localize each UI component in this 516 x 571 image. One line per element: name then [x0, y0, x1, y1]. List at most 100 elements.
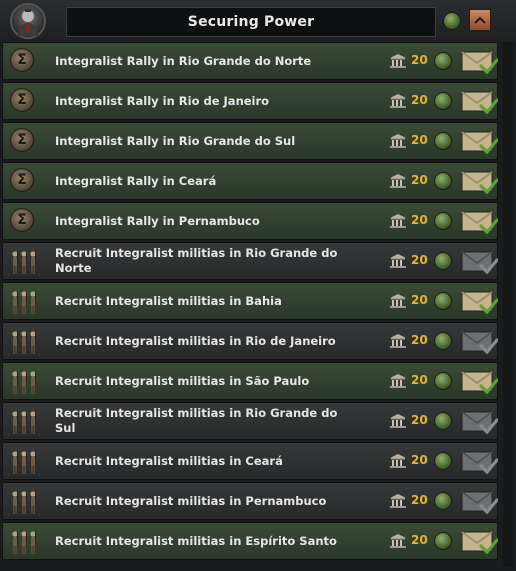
take-decision-button[interactable] [460, 209, 499, 239]
take-decision-button[interactable] [460, 329, 499, 359]
decision-label: Integralist Rally in Rio Grande do Norte [55, 53, 312, 68]
decision-row[interactable]: Recruit Integralist militias in Rio Gran… [2, 242, 499, 280]
decision-row[interactable]: Recruit Integralist militias in Rio Gran… [2, 402, 499, 440]
decision-cost: 20 [411, 133, 428, 147]
decision-icon: Σ [10, 48, 36, 74]
scrollbar[interactable] [503, 42, 513, 567]
decision-icon [10, 248, 36, 274]
send-envelope-icon [461, 371, 499, 395]
take-decision-button[interactable] [460, 89, 499, 119]
sigma-icon: Σ [10, 128, 34, 152]
green-status-icon [434, 492, 452, 510]
decision-label: Recruit Integralist militias in Pernambu… [55, 493, 327, 508]
decision-cost: 20 [411, 253, 428, 267]
send-envelope-icon [461, 171, 499, 195]
green-status-icon [434, 372, 452, 390]
send-envelope-icon [461, 211, 499, 235]
take-decision-button[interactable] [460, 49, 499, 79]
soldiers-icon [12, 331, 36, 354]
take-decision-button[interactable] [460, 249, 499, 279]
decision-icon [10, 448, 36, 474]
decision-row[interactable]: Recruit Integralist militias in Ceará 20 [2, 442, 499, 480]
decision-icon: Σ [10, 128, 36, 154]
green-status-icon [434, 212, 452, 230]
soldiers-icon [12, 291, 36, 314]
sigma-icon: Σ [10, 208, 34, 232]
political-power-icon [390, 174, 406, 188]
green-status-icon [434, 132, 452, 150]
collapse-button[interactable] [469, 9, 491, 31]
decision-cost: 20 [411, 453, 428, 467]
green-status-icon [434, 172, 452, 190]
decision-label: Recruit Integralist militias in Rio Gran… [55, 406, 338, 435]
decision-cost: 20 [411, 413, 428, 427]
send-envelope-icon [461, 411, 499, 435]
decision-icon [10, 368, 36, 394]
decision-row[interactable]: Σ Integralist Rally in Rio Grande do Sul 2… [2, 122, 499, 160]
decision-label: Recruit Integralist militias in Bahia [55, 293, 282, 308]
decision-row[interactable]: Σ Integralist Rally in Pernambuco 20 [2, 202, 499, 240]
decision-row[interactable]: Σ Integralist Rally in Rio de Janeiro 20 [2, 82, 499, 120]
decision-row[interactable]: Recruit Integralist militias in Bahia 20 [2, 282, 499, 320]
take-decision-button[interactable] [460, 289, 499, 319]
take-decision-button[interactable] [460, 489, 499, 519]
send-envelope-icon [461, 51, 499, 75]
decision-cost: 20 [411, 533, 428, 547]
decision-row[interactable]: Recruit Integralist militias in São Paul… [2, 362, 499, 400]
take-decision-button[interactable] [460, 409, 499, 439]
political-power-icon [390, 414, 406, 428]
take-decision-button[interactable] [460, 529, 499, 559]
political-power-icon [390, 454, 406, 468]
decision-cost: 20 [411, 53, 428, 67]
page-title: Securing Power [187, 14, 315, 30]
take-decision-button[interactable] [460, 129, 499, 159]
green-status-icon [434, 332, 452, 350]
decision-label: Recruit Integralist militias in Ceará [55, 453, 283, 468]
decision-label: Integralist Rally in Pernambuco [55, 213, 260, 228]
take-decision-button[interactable] [460, 449, 499, 479]
decision-icon: Σ [10, 208, 36, 234]
political-power-icon [390, 534, 406, 548]
decision-icon [10, 288, 36, 314]
political-power-icon [390, 334, 406, 348]
decision-icon: Σ [10, 88, 36, 114]
sigma-icon: Σ [10, 88, 34, 112]
green-status-icon [434, 52, 452, 70]
decision-row[interactable]: Recruit Integralist militias in Espírito… [2, 522, 499, 560]
political-power-icon [390, 374, 406, 388]
decision-row[interactable]: Recruit Integralist militias in Rio de J… [2, 322, 499, 360]
soldiers-icon [12, 371, 36, 394]
decision-label: Integralist Rally in Rio de Janeiro [55, 93, 270, 108]
send-envelope-icon [461, 291, 499, 315]
green-status-icon [434, 92, 452, 110]
soldiers-icon [12, 451, 36, 474]
soldiers-icon [12, 411, 36, 434]
decision-icon: Σ [10, 168, 36, 194]
green-status-icon [434, 452, 452, 470]
political-power-icon [390, 134, 406, 148]
decision-cost: 20 [411, 493, 428, 507]
send-envelope-icon [461, 331, 499, 355]
decision-category-header: Securing Power [0, 0, 516, 42]
political-power-icon [390, 294, 406, 308]
decision-row[interactable]: Σ Integralist Rally in Rio Grande do Nort… [2, 42, 499, 80]
decision-icon [10, 528, 36, 554]
take-decision-button[interactable] [460, 169, 499, 199]
decision-cost: 20 [411, 213, 428, 227]
decision-cost: 20 [411, 173, 428, 187]
take-decision-button[interactable] [460, 369, 499, 399]
green-status-icon [434, 292, 452, 310]
send-envelope-icon [461, 451, 499, 475]
soldiers-icon [12, 531, 36, 554]
send-envelope-icon [461, 531, 499, 555]
decision-label: Recruit Integralist militias in São Paul… [55, 373, 310, 388]
decision-row[interactable]: Σ Integralist Rally in Ceará 20 [2, 162, 499, 200]
green-status-icon [434, 412, 452, 430]
decision-cost: 20 [411, 333, 428, 347]
leader-portrait-icon [10, 3, 46, 39]
political-power-icon [390, 214, 406, 228]
decision-label: Recruit Integralist militias in Rio de J… [55, 333, 336, 348]
decision-row[interactable]: Recruit Integralist militias in Pernambu… [2, 482, 499, 520]
sigma-icon: Σ [10, 168, 34, 192]
send-envelope-icon [461, 251, 499, 275]
